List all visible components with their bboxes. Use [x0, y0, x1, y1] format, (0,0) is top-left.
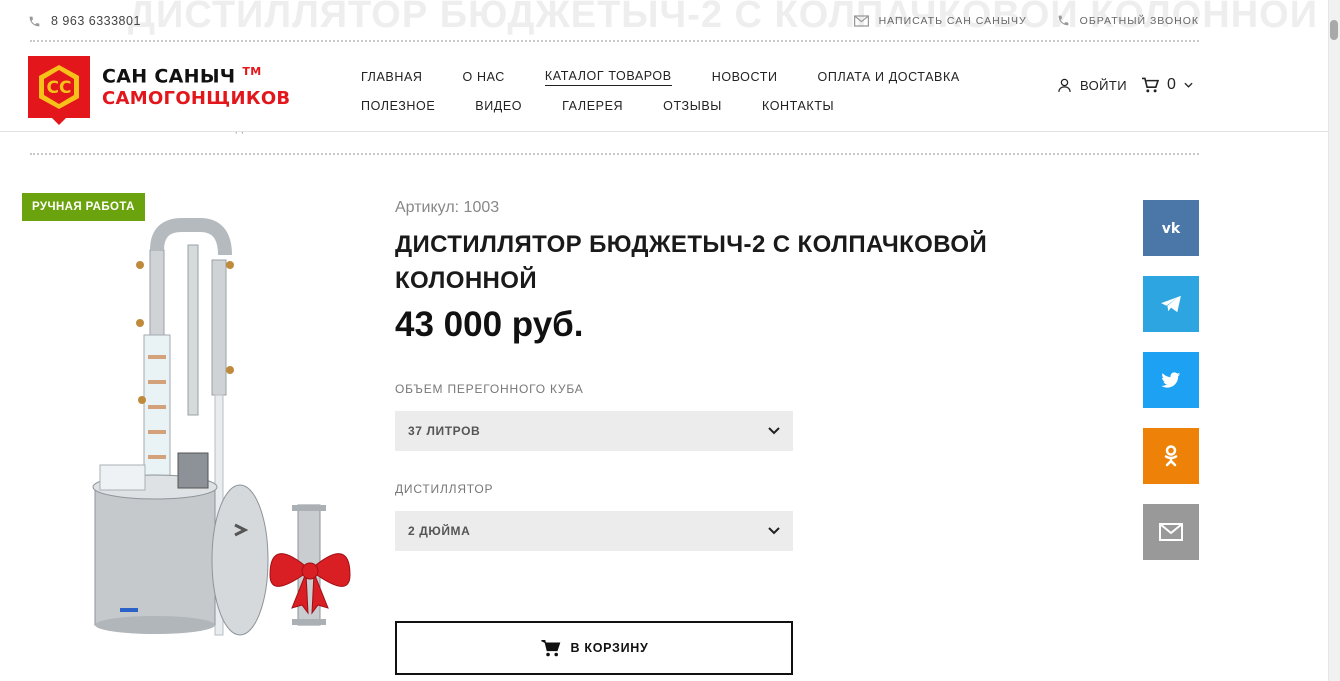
- boiler-volume-label: ОБЪЕМ ПЕРЕГОННОГО КУБА: [395, 382, 584, 396]
- nav-catalog[interactable]: КАТАЛОГ ТОВАРОВ: [544, 69, 672, 86]
- callback-link[interactable]: ОБРАТНЫЙ ЗВОНОК: [1057, 14, 1199, 27]
- cart-icon: [1141, 77, 1159, 93]
- chevron-down-icon: [768, 427, 780, 435]
- share-telegram-button[interactable]: [1143, 276, 1199, 332]
- scrollbar-thumb[interactable]: [1330, 20, 1338, 40]
- main-nav: ГЛАВНАЯ О НАС КАТАЛОГ ТОВАРОВ НОВОСТИ ОП…: [361, 63, 960, 121]
- distiller-select[interactable]: 2 ДЮЙМА: [395, 511, 793, 551]
- page-scrollbar[interactable]: [1328, 0, 1340, 681]
- product-image[interactable]: [60, 205, 370, 650]
- nav-reviews[interactable]: ОТЗЫВЫ: [663, 99, 722, 115]
- logo-emblem-icon: СС: [39, 65, 79, 109]
- phone-icon: [29, 16, 40, 26]
- site-header: СС САН САНЫЧ ТМ САМОГОНЩИКОВ ГЛАВНАЯ О Н…: [0, 42, 1328, 132]
- share-odnoklassniki-button[interactable]: [1143, 428, 1199, 484]
- product-title: ДИСТИЛЛЯТОР БЮДЖЕТЫЧ-2 С КОЛПАЧКОВОЙ КОЛ…: [395, 231, 988, 294]
- nav-about[interactable]: О НАС: [463, 70, 505, 86]
- share-twitter-button[interactable]: [1143, 352, 1199, 408]
- chevron-down-icon: [768, 527, 780, 535]
- share-email-button[interactable]: [1143, 504, 1199, 560]
- nav-contacts[interactable]: КОНТАКТЫ: [762, 99, 834, 115]
- envelope-icon: [853, 14, 869, 27]
- product-price: 43 000 руб.: [395, 305, 584, 344]
- twitter-icon: [1161, 371, 1181, 388]
- user-icon: [1058, 78, 1071, 92]
- logo-mark: СС: [28, 56, 90, 125]
- logo-title: САН САНЫЧ: [102, 64, 236, 87]
- share-vk-button[interactable]: vk: [1143, 200, 1199, 256]
- boiler-volume-value: 37 ЛИТРОВ: [408, 424, 481, 438]
- cart-icon: [540, 640, 560, 657]
- svg-text:vk: vk: [1162, 221, 1181, 235]
- divider: [30, 153, 1199, 155]
- add-to-cart-label: В КОРЗИНУ: [570, 641, 649, 655]
- write-link[interactable]: НАПИСАТЬ САН САНЫЧУ: [853, 14, 1027, 27]
- distiller-label: ДИСТИЛЛЯТОР: [395, 482, 494, 496]
- logo[interactable]: СС САН САНЫЧ ТМ САМОГОНЩИКОВ: [28, 56, 291, 125]
- callback-label: ОБРАТНЫЙ ЗВОНОК: [1079, 14, 1199, 27]
- cart-count: 0: [1166, 76, 1177, 93]
- telegram-icon: [1161, 295, 1181, 313]
- nav-video[interactable]: ВИДЕО: [475, 99, 522, 115]
- odnoklassniki-icon: [1164, 445, 1178, 467]
- login-label: ВОЙТИ: [1080, 77, 1127, 93]
- nav-gallery[interactable]: ГАЛЕРЕЯ: [562, 99, 623, 115]
- svg-text:СС: СС: [47, 78, 72, 98]
- phone-number: 8 963 6333801: [51, 14, 141, 28]
- article-number: Артикул: 1003: [395, 199, 500, 216]
- nav-home[interactable]: ГЛАВНАЯ: [361, 70, 423, 86]
- phone-link[interactable]: 8 963 6333801: [28, 14, 141, 28]
- write-label: НАПИСАТЬ САН САНЫЧУ: [878, 14, 1027, 27]
- nav-news[interactable]: НОВОСТИ: [712, 70, 778, 86]
- distiller-value: 2 ДЮЙМА: [408, 524, 471, 538]
- login-button[interactable]: ВОЙТИ: [1057, 77, 1127, 93]
- nav-payment-delivery[interactable]: ОПЛАТА И ДОСТАВКА: [818, 70, 960, 86]
- top-bar: ДИСТИЛЛЯТОР БЮДЖЕТЫЧ-2 С КОЛПАЧКОВОЙ КОЛ…: [28, 0, 1317, 42]
- cart-button[interactable]: 0: [1141, 76, 1193, 94]
- add-to-cart-button[interactable]: В КОРЗИНУ: [395, 621, 793, 675]
- mail-icon: [1159, 523, 1183, 541]
- boiler-volume-select[interactable]: 37 ЛИТРОВ: [395, 411, 793, 451]
- phone-callback-icon: [1058, 15, 1069, 26]
- nav-useful[interactable]: ПОЛЕЗНОЕ: [361, 99, 435, 115]
- chevron-down-icon: [1184, 82, 1193, 88]
- logo-tm: ТМ: [242, 64, 262, 78]
- vk-icon: vk: [1162, 221, 1181, 235]
- logo-subtitle: САМОГОНЩИКОВ: [102, 87, 291, 109]
